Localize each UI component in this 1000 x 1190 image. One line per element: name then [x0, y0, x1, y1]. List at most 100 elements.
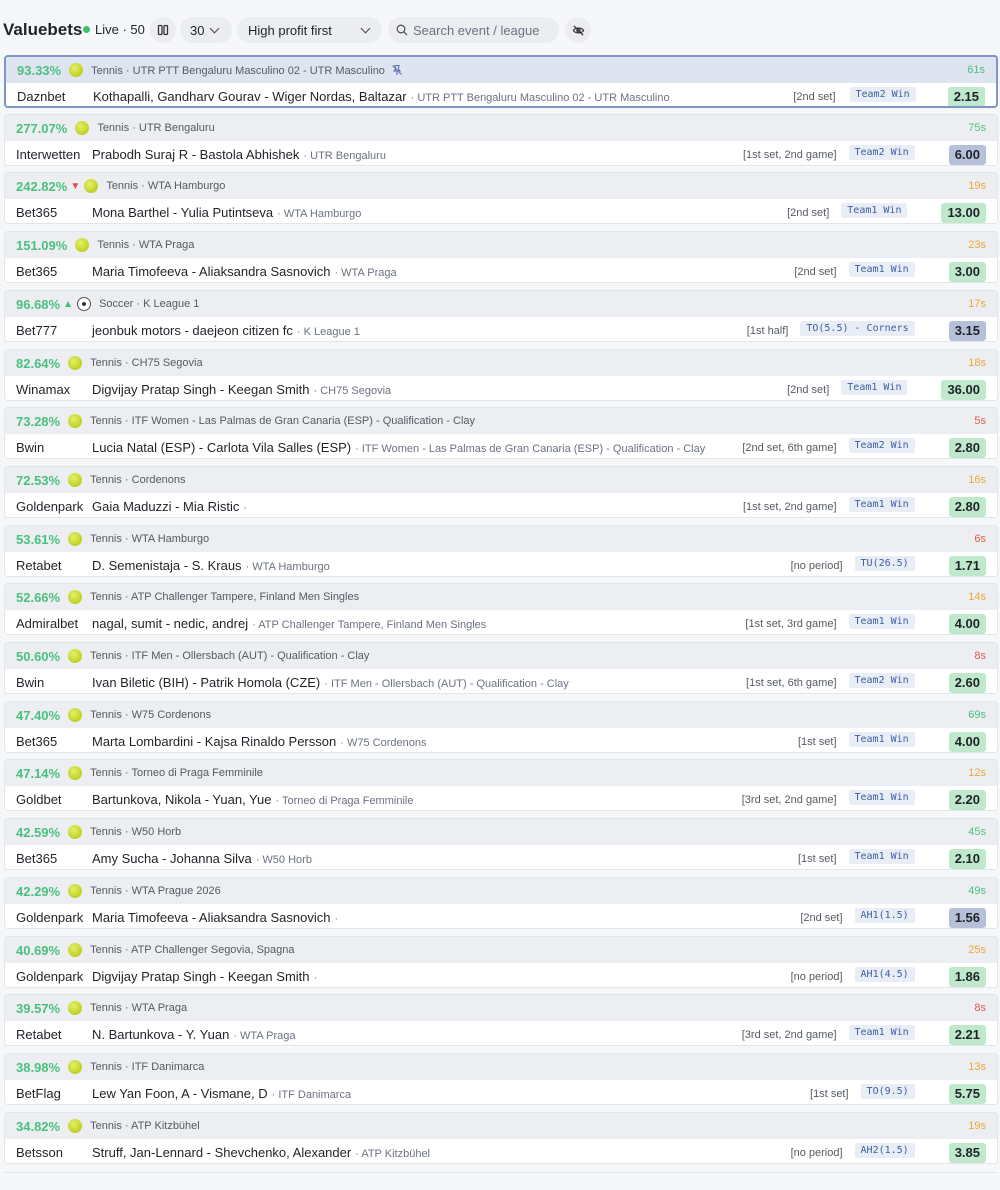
odds-button[interactable]: 3.15	[948, 321, 986, 341]
event-line[interactable]: jeonbuk motors - daejeon citizen fc · K L…	[92, 323, 360, 338]
bookmaker-name: Winamax	[16, 382, 71, 397]
tennis-ball-icon	[75, 238, 90, 252]
bet-card[interactable]: 93.33% Tennis · UTR PTT Bengaluru Masculi…	[4, 55, 998, 108]
age-label: 19s	[968, 180, 986, 192]
odds-button[interactable]: 3.00	[948, 262, 986, 282]
odds-button[interactable]: 1.71	[948, 556, 986, 576]
event-line[interactable]: Amy Sucha - Johanna Silva · W50 Horb	[92, 851, 312, 866]
sport-league: Tennis · W75 Cordenons	[90, 709, 211, 721]
odds-button[interactable]: 5.75	[948, 1084, 986, 1104]
odds-button[interactable]: 2.60	[948, 673, 986, 693]
profit-percent: 72.53%	[16, 473, 61, 488]
bet-card-body: Bwin Ivan Biletic (BIH) - Patrik Homola (…	[5, 669, 997, 693]
odds-button[interactable]: 2.10	[948, 849, 986, 869]
event-line[interactable]: Bartunkova, Nikola - Yuan, Yue · Torneo d…	[92, 792, 413, 807]
bet-card[interactable]: 96.68% ▲ Soccer · K League 1 17s Bet777 jeonb…	[4, 290, 998, 342]
bet-card[interactable]: 242.82% ▼ Tennis · WTA Hamburgo 19s Bet365 Mo…	[4, 172, 998, 224]
search-box[interactable]	[388, 17, 559, 43]
profit-percent: 96.68%	[16, 297, 61, 312]
event-line[interactable]: Gaia Maduzzi - Mia Ristic ·	[92, 499, 247, 514]
event-line[interactable]: Maria Timofeeva - Aliaksandra Sasnovich ·…	[92, 264, 397, 279]
event-line[interactable]: Digvijay Pratap Singh - Keegan Smith · CH…	[92, 382, 391, 397]
bet-card[interactable]: 277.07% Tennis · UTR Bengaluru 75s Interwet…	[4, 114, 998, 166]
market-badge: TO(9.5)	[860, 1084, 915, 1099]
bet-card[interactable]: 151.09% Tennis · WTA Praga 23s Bet365 Maria …	[4, 231, 998, 283]
trend-down-icon: ▼	[70, 181, 81, 192]
tennis-ball-icon	[68, 414, 83, 428]
odds-button[interactable]: 1.86	[948, 967, 986, 987]
market-badge: Team2 Win	[848, 145, 915, 160]
bet-card-header: 47.40% Tennis · W75 Cordenons 69s	[5, 702, 997, 728]
odds-button[interactable]: 2.21	[948, 1025, 986, 1045]
tennis-ball-icon	[68, 473, 83, 487]
sport-league: Tennis · ATP Challenger Segovia, Spagna	[90, 944, 294, 956]
tennis-ball-icon	[68, 1119, 83, 1133]
odds-button[interactable]: 1.56	[948, 908, 986, 928]
bet-card[interactable]: 47.14% Tennis · Torneo di Praga Femminile…	[4, 759, 998, 811]
odds-button[interactable]: 3.85	[948, 1143, 986, 1163]
event-line[interactable]: Kothapalli, Gandharv Gourav - Wiger Nord…	[93, 89, 670, 104]
profit-percent: 38.98%	[16, 1060, 61, 1075]
event-line[interactable]: Ivan Biletic (BIH) - Patrik Homola (CZE)…	[92, 675, 569, 690]
bet-card[interactable]: 47.40% Tennis · W75 Cordenons 69s Bet365 Mar…	[4, 701, 998, 753]
odds-button[interactable]: 2.80	[948, 497, 986, 517]
bet-card[interactable]: 82.64% Tennis · CH75 Segovia 18s Winamax Dig…	[4, 349, 998, 401]
period-label: [3rd set, 2nd game]	[741, 1029, 837, 1041]
odds-button[interactable]: 13.00	[941, 203, 986, 223]
odds-button[interactable]: 36.00	[941, 380, 986, 400]
odds-button[interactable]: 2.20	[948, 790, 986, 810]
bet-card-body: Goldbet Bartunkova, Nikola - Yuan, Yue · T…	[5, 786, 997, 810]
period-label: [3rd set, 2nd game]	[741, 794, 837, 806]
event-line[interactable]: Mona Barthel - Yulia Putintseva · WTA Ham…	[92, 205, 361, 220]
sport-league: Tennis · ATP Challenger Tampere, Finland…	[90, 591, 359, 603]
period-label: [1st set, 3rd game]	[745, 618, 837, 630]
search-input[interactable]	[413, 22, 553, 38]
sort-select[interactable]: High profit first	[237, 17, 382, 43]
bet-card[interactable]: 50.60% Tennis · ITF Men - Ollersbach (AUT…	[4, 642, 998, 694]
bookmaker-name: Bet777	[16, 323, 58, 338]
tennis-ball-icon	[68, 708, 83, 722]
odds-button[interactable]: 2.15	[947, 87, 985, 106]
bet-card-header: 82.64% Tennis · CH75 Segovia 18s	[5, 350, 997, 376]
bookmaker-name: Bet365	[16, 734, 58, 749]
event-name: Ivan Biletic (BIH) - Patrik Homola (CZE)	[92, 675, 321, 690]
event-line[interactable]: Digvijay Pratap Singh - Keegan Smith ·	[92, 969, 317, 984]
event-line[interactable]: Lucia Natal (ESP) - Carlota Vila Salles …	[92, 440, 705, 455]
odds-button[interactable]: 6.00	[948, 145, 986, 165]
bet-card[interactable]: 42.59% Tennis · W50 Horb 45s Bet365 Amy Such…	[4, 818, 998, 870]
bet-card[interactable]: 34.82% Tennis · ATP Kitzbühel 19s Betsson St…	[4, 1112, 998, 1164]
bookmaker-name: Admiralbet	[16, 616, 79, 631]
event-line[interactable]: D. Semenistaja - S. Kraus · WTA Hamburgo	[92, 558, 330, 573]
period-label: [no period]	[790, 971, 843, 983]
sport-league: Tennis · ITF Danimarca	[90, 1061, 204, 1073]
odds-button[interactable]: 4.00	[948, 614, 986, 634]
pin-off-icon[interactable]	[391, 64, 403, 76]
event-line[interactable]: Maria Timofeeva - Aliaksandra Sasnovich ·	[92, 910, 338, 925]
bet-card[interactable]: 52.66% Tennis · ATP Challenger Tampere, F…	[4, 583, 998, 635]
hide-toggle-button[interactable]	[565, 17, 591, 43]
odds-button[interactable]: 4.00	[948, 732, 986, 752]
bookmaker-name: Goldenpark	[16, 969, 84, 984]
event-line[interactable]: Struff, Jan-Lennard - Shevchenko, Alexan…	[92, 1145, 430, 1160]
bet-card[interactable]: 39.57% Tennis · WTA Praga 8s Retabet N. Bart…	[4, 994, 998, 1046]
bet-card[interactable]: 40.69% Tennis · ATP Challenger Segovia, S…	[4, 936, 998, 988]
tennis-ball-icon	[68, 356, 83, 370]
bet-card-header: 277.07% Tennis · UTR Bengaluru 75s	[5, 115, 997, 141]
profit-percent: 42.59%	[16, 825, 61, 840]
event-line[interactable]: Lew Yan Foon, A - Vismane, D · ITF Danima…	[92, 1086, 351, 1101]
bet-card-header: 42.59% Tennis · W50 Horb 45s	[5, 819, 997, 845]
event-line[interactable]: Prabodh Suraj R - Bastola Abhishek · UTR …	[92, 147, 386, 162]
bet-card[interactable]: 53.61% Tennis · WTA Hamburgo 6s Retabet D. S…	[4, 525, 998, 577]
bet-card[interactable]: 73.28% Tennis · ITF Women - Las Palmas de…	[4, 407, 998, 459]
event-line[interactable]: Marta Lombardini - Kajsa Rinaldo Persson…	[92, 734, 426, 749]
bet-card[interactable]: 72.53% Tennis · Cordenons 16s Goldenpark Gai…	[4, 466, 998, 518]
sport-league-text: Tennis · ATP Challenger Tampere, Finland…	[90, 591, 360, 603]
bet-card[interactable]: 42.29% Tennis · WTA Prague 2026 49s Goldenp…	[4, 877, 998, 929]
event-line[interactable]: N. Bartunkova - Y. Yuan · WTA Praga	[92, 1027, 295, 1042]
page-size-select[interactable]: 30	[180, 17, 232, 43]
event-league: · WTA Praga	[233, 1030, 296, 1042]
event-line[interactable]: nagal, sumit - nedic, andrej · ATP Challe…	[92, 616, 486, 631]
columns-toggle-button[interactable]	[150, 17, 176, 43]
bet-card[interactable]: 38.98% Tennis · ITF Danimarca 13s BetFlag Le…	[4, 1053, 998, 1105]
odds-button[interactable]: 2.80	[948, 438, 986, 458]
